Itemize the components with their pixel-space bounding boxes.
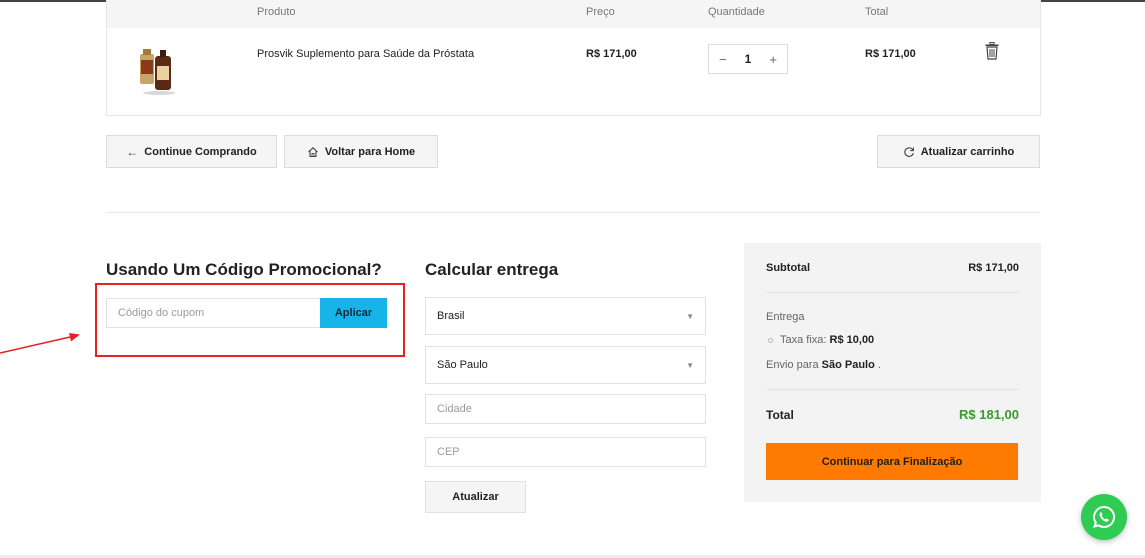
- coupon-heading: Usando Um Código Promocional?: [106, 260, 382, 279]
- quantity-increase-button[interactable]: +: [769, 52, 777, 67]
- ship-to-place: São Paulo: [821, 359, 875, 371]
- quantity-decrease-button[interactable]: −: [719, 52, 727, 67]
- header-price: Preço: [586, 6, 615, 18]
- product-price: R$ 171,00: [586, 48, 637, 60]
- state-select[interactable]: São Paulo ▼: [425, 346, 706, 384]
- order-summary: Subtotal R$ 171,00 Entrega Taxa fixa: R$…: [744, 243, 1041, 502]
- whatsapp-button[interactable]: [1081, 494, 1127, 540]
- total-label: Total: [766, 408, 794, 422]
- ship-to-prefix: Envio para: [766, 359, 819, 371]
- zip-input[interactable]: [437, 446, 694, 458]
- zip-field-wrapper: [425, 437, 706, 467]
- subtotal-value: R$ 171,00: [968, 262, 1019, 274]
- flat-rate-value: R$ 10,00: [829, 334, 875, 346]
- quantity-stepper: − 1 +: [708, 44, 788, 74]
- update-shipping-button[interactable]: Atualizar: [425, 481, 526, 513]
- continue-shopping-button[interactable]: ← Continue Comprando: [106, 135, 277, 168]
- product-name[interactable]: Prosvik Suplemento para Saúde da Próstat…: [257, 48, 474, 60]
- country-select[interactable]: Brasil ▼: [425, 297, 706, 335]
- chevron-down-icon: ▼: [686, 360, 694, 370]
- coupon-input[interactable]: [106, 298, 321, 328]
- state-selected-value: São Paulo: [437, 359, 488, 371]
- annotation-arrow-icon: [0, 333, 80, 354]
- flat-rate-label: Taxa fixa:: [780, 334, 827, 346]
- section-divider: [106, 212, 1041, 213]
- product-total: R$ 171,00: [865, 48, 916, 60]
- city-input[interactable]: [437, 403, 694, 415]
- back-home-label: Voltar para Home: [324, 145, 416, 158]
- header-product: Produto: [257, 6, 296, 18]
- arrow-left-icon: ←: [126, 144, 139, 159]
- update-cart-button[interactable]: Atualizar carrinho: [877, 135, 1040, 168]
- total-value: R$ 181,00: [959, 407, 1019, 422]
- summary-divider: [766, 389, 1019, 390]
- refresh-icon: [904, 146, 914, 157]
- shipping-calc-heading: Calcular entrega: [425, 260, 559, 279]
- header-total: Total: [865, 6, 889, 18]
- continue-shopping-label: Continue Comprando: [144, 145, 257, 158]
- subtotal-label: Subtotal: [766, 262, 810, 274]
- back-home-button[interactable]: Voltar para Home: [284, 135, 438, 168]
- trash-icon[interactable]: [985, 42, 999, 60]
- product-image[interactable]: [137, 46, 177, 96]
- home-icon: [307, 146, 318, 157]
- checkout-button[interactable]: Continuar para Finalização: [766, 443, 1018, 480]
- ship-to-suffix: .: [877, 359, 881, 371]
- apply-coupon-button[interactable]: Aplicar: [320, 298, 387, 328]
- flat-rate-option[interactable]: Taxa fixa: R$ 10,00: [768, 334, 874, 346]
- header-quantity: Quantidade: [708, 6, 765, 18]
- city-field-wrapper: [425, 394, 706, 424]
- cart-table: Produto Preço Quantidade Total Prosvik S…: [106, 0, 1041, 116]
- summary-divider: [766, 292, 1019, 293]
- update-cart-label: Atualizar carrinho: [920, 145, 1015, 158]
- radio-icon: [768, 337, 773, 343]
- quantity-value[interactable]: 1: [745, 52, 752, 66]
- shipping-label: Entrega: [766, 311, 805, 323]
- whatsapp-icon: [1092, 505, 1116, 529]
- cart-table-header: Produto Preço Quantidade Total: [107, 0, 1040, 28]
- chevron-down-icon: ▼: [686, 311, 694, 321]
- country-selected-value: Brasil: [437, 310, 465, 322]
- ship-to-text: Envio para São Paulo .: [766, 359, 881, 371]
